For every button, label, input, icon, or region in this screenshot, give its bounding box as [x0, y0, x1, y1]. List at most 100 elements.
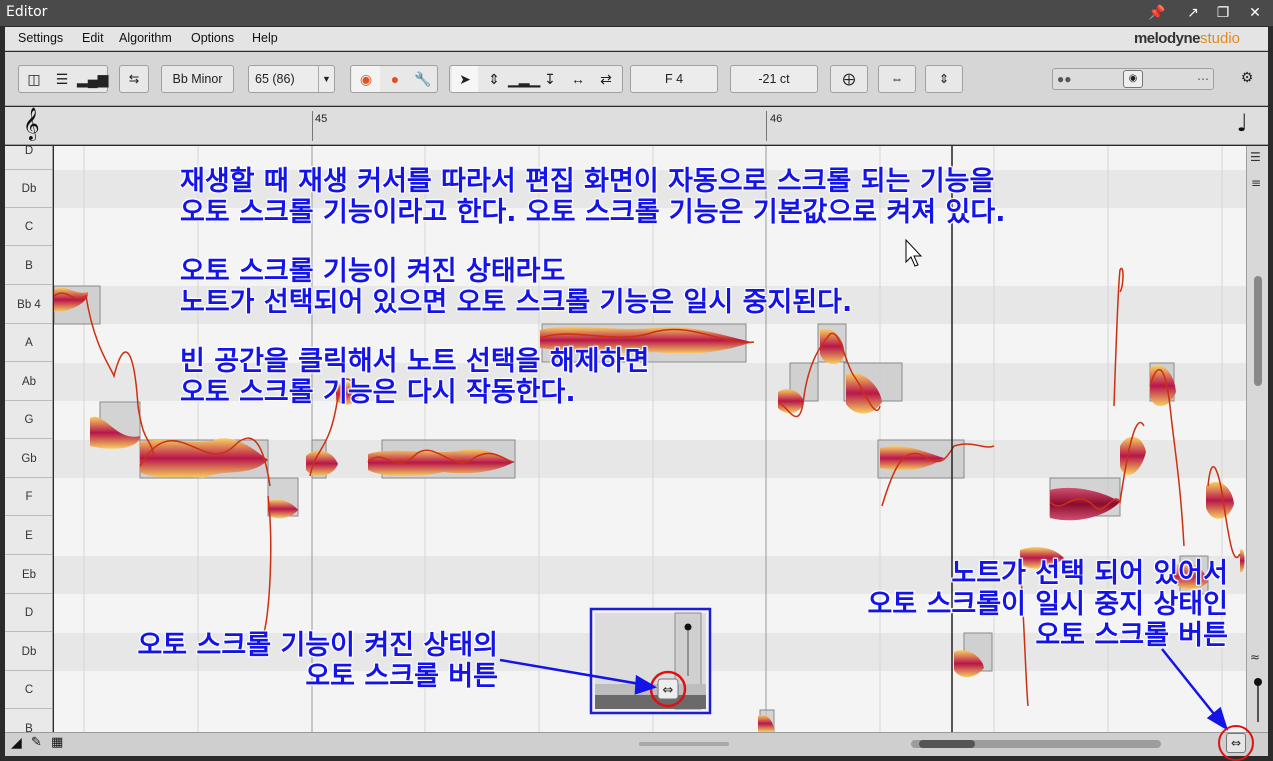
gear-icon[interactable]: ⚙ — [1234, 65, 1260, 91]
quarter-note-icon[interactable]: ♩ — [1237, 109, 1248, 137]
auto-scroll-icon: ⇔ — [1230, 736, 1242, 750]
time-tool-icon[interactable]: ↔ — [564, 66, 592, 92]
brush-icon[interactable]: ✎ — [31, 735, 42, 750]
undock-icon[interactable]: ↗ — [1182, 3, 1204, 23]
horizontal-scroll-thumb[interactable] — [919, 740, 975, 748]
blob-many-icon: ⋯ — [1197, 72, 1209, 86]
annotation-line: 노트가 선택되어 있으면 오토 스크롤 기능은 일시 중지된다. — [180, 287, 853, 318]
mixer-icon[interactable]: ☰ — [49, 66, 75, 92]
annotation-middle: 오토 스크롤 기능이 켜진 상태라도 노트가 선택되어 있으면 오토 스크롤 기… — [180, 256, 852, 318]
window-title-bar: Editor 📌 ↗ ❐ ✕ — [0, 0, 1273, 26]
annotation-line: 재생할 때 재생 커서를 따라서 편집 화면이 자동으로 스크롤 되는 기능을 — [180, 166, 995, 197]
pitch-label: Db — [5, 633, 52, 671]
pitch-label: B — [5, 710, 52, 732]
annotation-line: 빈 공간을 클릭해서 노트 선택을 해제하면 — [180, 346, 650, 377]
tool-group-edit: ➤ ⇕ ▁▂▁ ↧ ↔ ⇄ — [449, 65, 623, 93]
time-ruler[interactable]: 𝄞 45 46 ♩ — [5, 107, 1268, 145]
tuning-icon[interactable]: ☰ — [1250, 150, 1261, 164]
pitch-display-field[interactable]: F 4 — [630, 65, 718, 93]
maximize-icon[interactable]: ❐ — [1212, 3, 1234, 23]
pitch-label: C — [5, 208, 52, 246]
bar-number: 45 — [315, 113, 328, 125]
annotation-line: 노트가 선택 되어 있어서 — [951, 558, 1228, 589]
pin-icon[interactable]: 📌 — [1146, 3, 1168, 23]
annotation-top: 재생할 때 재생 커서를 따라서 편집 화면이 자동으로 스크롤 되는 기능을 … — [180, 166, 1005, 228]
zoom-slider-track[interactable] — [1257, 682, 1259, 722]
pitch-label: Db — [5, 170, 52, 208]
toolbar: ◫ ☰ ▂▄▆ ⇆ Bb Minor 65 (86) ▼ ◉ ● 🔧 ➤ ⇕ ▁… — [5, 52, 1268, 106]
mouse-cursor-icon — [905, 238, 923, 267]
grid-icon[interactable]: ▦ — [51, 735, 63, 750]
play-marker-icon[interactable]: ◢ — [11, 735, 22, 751]
bar-tick — [766, 111, 767, 141]
annotation-line: 오토 스크롤 버튼 — [305, 661, 498, 692]
pitch-ruler[interactable]: D Db C B Bb 4 A Ab G Gb F E Eb D Db C B — [5, 146, 53, 732]
pitch-label: G — [5, 401, 52, 439]
menu-algorithm[interactable]: Algorithm — [119, 31, 172, 45]
auto-scroll-button[interactable]: ⇔ — [1226, 733, 1246, 753]
annotation-line: 오토 스크롤 기능은 다시 작동한다. — [180, 377, 576, 408]
pitch-move-tool-icon[interactable]: ⇕ — [480, 66, 508, 92]
annotation-line: 오토 스크롤 버튼 — [1035, 620, 1228, 651]
window-title: Editor — [6, 4, 48, 20]
layout-icon[interactable]: ◫ — [21, 66, 47, 92]
menu-bar: Settings Edit Algorithm Options Help mel… — [5, 27, 1268, 51]
zoom-slider-knob[interactable] — [1254, 678, 1262, 686]
pitch-label: A — [5, 324, 52, 362]
note-tool-icon[interactable]: ● — [381, 66, 409, 92]
annotation-lower: 빈 공간을 클릭해서 노트 선택을 해제하면 오토 스크롤 기능은 다시 작동한… — [180, 346, 649, 408]
zoom-fit-button[interactable]: ⇕ — [925, 65, 963, 93]
tempo-field[interactable]: 65 (86) ▼ — [248, 65, 335, 93]
pitch-label: Bb 4 — [5, 286, 52, 324]
tool-group-pitch: ◉ ● 🔧 — [350, 65, 438, 93]
svg-text:⇔: ⇔ — [663, 683, 674, 698]
mini-waveform — [639, 742, 729, 746]
pitch-label: C — [5, 671, 52, 709]
tempo-value: 65 (86) — [255, 72, 295, 86]
bottom-bar: ◢ ✎ ▦ ⇔ — [5, 725, 1268, 761]
menu-help[interactable]: Help — [252, 31, 278, 45]
slider-thumb[interactable]: ◉ — [1123, 70, 1143, 88]
key-field[interactable]: Bb Minor — [161, 65, 234, 93]
pitch-tool-icon[interactable]: ◉ — [352, 66, 380, 92]
view-zoom-slider[interactable]: ●● ◉ ⋯ — [1052, 68, 1214, 90]
follow-icon: ⇆ — [128, 72, 140, 86]
close-icon[interactable]: ✕ — [1244, 3, 1266, 23]
wrench-icon[interactable]: 🔧 — [409, 66, 437, 92]
chevron-down-icon[interactable]: ▼ — [318, 66, 334, 92]
pitch-label: F — [5, 478, 52, 516]
zoom-pitch-icon: ⨁ — [842, 72, 856, 86]
bar-tick — [312, 111, 313, 141]
menu-settings[interactable]: Settings — [18, 31, 63, 45]
zoom-time-icon: ⇔ — [890, 72, 904, 86]
treble-clef-icon[interactable]: 𝄞 — [23, 107, 40, 141]
blob-small-icon: ●● — [1057, 72, 1072, 86]
pointer-tool-icon[interactable]: ➤ — [452, 66, 478, 92]
playback-follow-button[interactable]: ⇆ — [119, 65, 149, 93]
auto-scroll-inset: ⇔ — [589, 607, 712, 715]
annotation-left-callout: 오토 스크롤 기능이 켜진 상태의 오토 스크롤 버튼 — [82, 630, 498, 692]
pitch-label: Gb — [5, 440, 52, 478]
spectrum-icon[interactable]: ▂▄▆ — [77, 66, 108, 92]
amplitude-tool-icon[interactable]: ↧ — [536, 66, 564, 92]
pitch-label: D — [5, 146, 52, 170]
zoom-time-button[interactable]: ⇔ — [878, 65, 916, 93]
annotation-line: 오토 스크롤 기능이라고 한다. 오토 스크롤 기능은 기본값으로 켜져 있다. — [180, 197, 1006, 228]
annotation-right-callout: 노트가 선택 되어 있어서 오토 스크롤이 일시 중지 상태인 오토 스크롤 버… — [800, 558, 1228, 651]
formant-tool-icon[interactable]: ▁▂▁ — [508, 66, 540, 92]
zoom-fit-icon: ⇕ — [938, 72, 950, 86]
menu-edit[interactable]: Edit — [82, 31, 104, 45]
vertical-scrollbar-thumb[interactable] — [1254, 276, 1262, 386]
separation-tool-icon[interactable]: ⇄ — [592, 66, 620, 92]
scale-icon[interactable]: ≡ — [1251, 176, 1261, 190]
menu-options[interactable]: Options — [191, 31, 234, 45]
brand-main: melodyne — [1133, 30, 1201, 47]
pitch-label: Ab — [5, 363, 52, 401]
cents-display-field[interactable]: -21 ct — [730, 65, 818, 93]
annotation-line: 오토 스크롤 기능이 켜진 상태의 — [137, 630, 498, 661]
waveform-icon[interactable]: ≈ — [1250, 650, 1260, 664]
vertical-scroll-strip: ☰ ≡ ≈ — [1246, 146, 1268, 732]
melodyne-logo: melodynestudio — [1134, 30, 1240, 47]
annotation-line: 오토 스크롤이 일시 중지 상태인 — [867, 589, 1228, 620]
zoom-pitch-button[interactable]: ⨁ — [830, 65, 868, 93]
